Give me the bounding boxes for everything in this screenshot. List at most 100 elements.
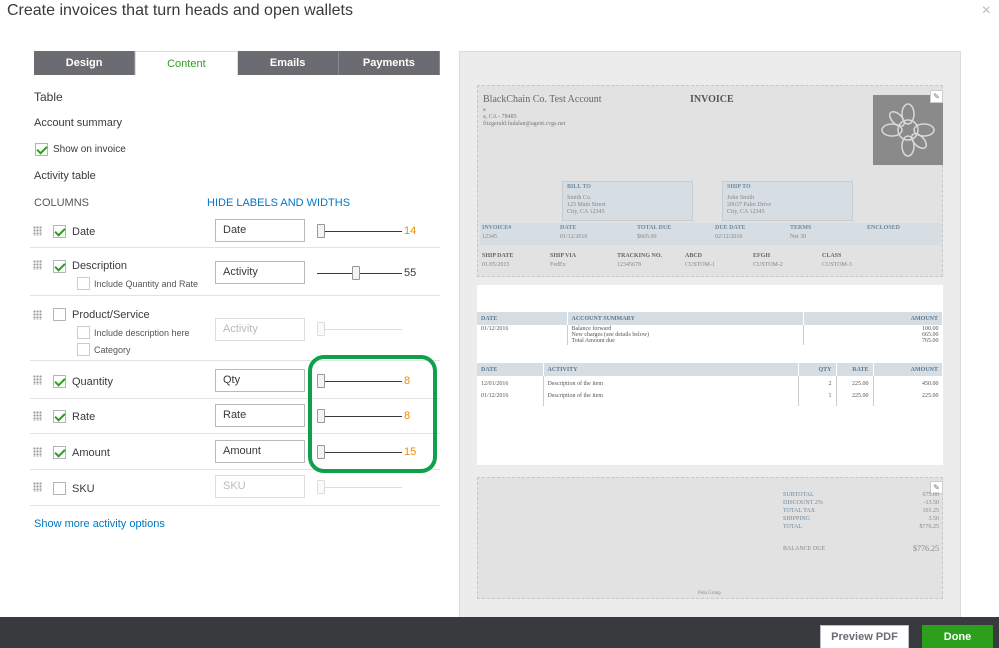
activity-cell: 2 (798, 376, 837, 388)
account-summary-label: Account summary (34, 117, 123, 129)
meta-value: Net 30 (790, 234, 807, 240)
summary-amount: 765.00 (922, 338, 939, 344)
done-button[interactable]: Done (922, 625, 993, 648)
tab-emails[interactable]: Emails (237, 51, 339, 75)
invoice-title: INVOICE (690, 94, 734, 105)
activity-cell: 12/01/2016 (477, 376, 544, 388)
drag-handle-icon[interactable] (33, 226, 42, 236)
column-row-date: Date Date 14 (30, 215, 440, 248)
balance-due-value: $776.25 (913, 544, 939, 553)
date-checkbox[interactable] (53, 225, 66, 238)
date-field[interactable]: Date (215, 219, 305, 242)
ship-header: SHIP DATE (482, 253, 514, 259)
tab-payments[interactable]: Payments (338, 51, 440, 75)
drag-handle-icon[interactable] (33, 447, 42, 457)
product-service-width-slider (317, 322, 402, 336)
meta-header: INVOICE# (482, 225, 512, 231)
category-checkbox[interactable] (77, 343, 90, 356)
columns-label: COLUMNS (34, 197, 90, 209)
ship-header: SHIP VIA (550, 253, 577, 259)
rate-field[interactable]: Rate (215, 404, 305, 427)
drag-handle-icon[interactable] (33, 310, 42, 320)
amount-checkbox[interactable] (53, 446, 66, 459)
rate-label: Rate (72, 411, 96, 423)
meta-header: TERMS (790, 225, 812, 231)
invoice-footer-area[interactable]: ✎ SUBTOTAL 675.00 DISCOUNT 2% -13.50 TOT… (477, 477, 943, 599)
logo-mark-icon (881, 103, 935, 157)
summary-header: AMOUNT (803, 312, 943, 325)
company-logo (873, 95, 943, 165)
slider-handle[interactable] (352, 266, 360, 280)
ship-to-line: City, CA 12345 (727, 209, 765, 215)
column-row-sku: SKU SKU (30, 470, 440, 506)
slider-handle[interactable] (317, 224, 325, 238)
include-description-checkbox[interactable] (77, 326, 90, 339)
meta-header: ENCLOSED (867, 225, 901, 231)
drag-handle-icon[interactable] (33, 260, 42, 270)
invoice-sheet: BlackChain Co. Test Account a a, CA - 78… (477, 85, 943, 605)
quantity-checkbox[interactable] (53, 375, 66, 388)
bill-to-line: 123 Main Street (567, 202, 606, 208)
slider-handle (317, 480, 325, 494)
total-value: 3.50 (928, 516, 940, 522)
total-value: -13.50 (923, 500, 940, 506)
activity-header: ACTIVITY (543, 363, 799, 376)
product-service-checkbox[interactable] (53, 308, 66, 321)
total-label: DISCOUNT 2% (783, 500, 823, 506)
description-label: Description (72, 260, 128, 272)
rate-checkbox[interactable] (53, 410, 66, 423)
invoice-header-area[interactable]: BlackChain Co. Test Account a a, CA - 78… (477, 85, 943, 277)
ship-value: 01/05/2015 (482, 262, 510, 268)
meta-value: 12345 (482, 234, 497, 240)
edit-pencil-icon[interactable]: ✎ (930, 90, 943, 103)
total-label: TOTAL (783, 524, 803, 530)
description-width-slider[interactable] (317, 266, 402, 280)
ship-header: CLASS (822, 253, 842, 259)
tab-bar: Design Content Emails Payments (34, 51, 440, 75)
table-row: 01/12/2016 Description of the item 1 225… (477, 388, 943, 406)
table-row: 12/01/2016 Description of the item 2 225… (477, 376, 943, 388)
company-line: a, CA - 78485 (483, 114, 517, 120)
activity-cell: 225.00 (922, 393, 939, 399)
activity-cell: Description of the item (543, 388, 799, 406)
sku-label: SKU (72, 483, 95, 495)
drag-handle-icon[interactable] (33, 411, 42, 421)
tab-design[interactable]: Design (34, 51, 136, 75)
summary-date: 01/12/2016 (477, 325, 568, 345)
total-value: 675.00 (922, 492, 940, 498)
invoice-body: DATE ACCOUNT SUMMARY AMOUNT 01/12/2016 B… (477, 285, 943, 465)
activity-cell: 450.00 (922, 381, 939, 387)
description-width-value: 55 (404, 267, 417, 279)
summary-items: Balance forward New charges (see details… (567, 325, 804, 345)
ship-to-line: John Smith (727, 195, 755, 201)
highlight-annotation (308, 355, 437, 473)
preview-pdf-button[interactable]: Preview PDF (820, 625, 909, 648)
total-label: TOTAL TAX (783, 508, 816, 514)
bottom-action-bar: Preview PDF Done (0, 617, 999, 648)
date-width-slider[interactable] (317, 224, 402, 238)
ship-header: EFGH (753, 253, 771, 259)
total-value: $776.25 (919, 524, 940, 530)
close-icon[interactable]: × (982, 2, 991, 20)
description-checkbox[interactable] (53, 260, 66, 273)
include-qty-rate-checkbox[interactable] (77, 277, 90, 290)
ship-to-line: 20637 Palm Drive (727, 202, 771, 208)
ship-value: FedEx (550, 262, 566, 268)
ship-value: 12345678 (617, 262, 641, 268)
show-on-invoice-label: Show on invoice (53, 144, 126, 155)
amount-label: Amount (72, 447, 110, 459)
drag-handle-icon[interactable] (33, 482, 42, 492)
quantity-field[interactable]: Qty (215, 369, 305, 392)
amount-field[interactable]: Amount (215, 440, 305, 463)
show-more-activity-link[interactable]: Show more activity options (34, 518, 165, 530)
tab-content[interactable]: Content (135, 51, 238, 75)
show-on-invoice-checkbox[interactable] (35, 143, 48, 156)
activity-header: AMOUNT (873, 363, 943, 376)
bill-to-label: BILL TO (567, 184, 591, 190)
sku-checkbox[interactable] (53, 482, 66, 495)
activity-cell: 225.00 (836, 388, 874, 406)
description-field[interactable]: Activity (215, 261, 305, 284)
drag-handle-icon[interactable] (33, 375, 42, 385)
invoice-meta-strip: INVOICE# 12345 DATE 01/12/2016 TOTAL DUE $6… (480, 223, 942, 245)
hide-labels-link[interactable]: HIDE LABELS AND WIDTHS (207, 197, 350, 209)
